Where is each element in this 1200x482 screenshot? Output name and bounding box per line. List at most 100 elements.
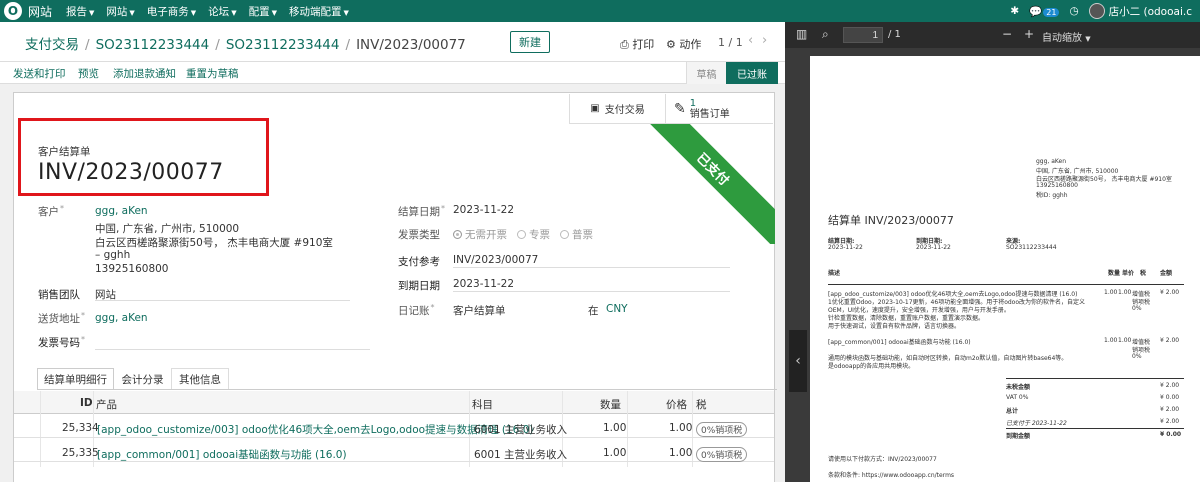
menu-label: 论坛 [208, 5, 230, 18]
customer-field[interactable]: ggg, aKen [95, 205, 148, 217]
menu-mobile-config[interactable]: 移动端配置 ▼ [289, 4, 349, 19]
top-navbar: O 网站 报告 ▼ 网站 ▼ 电子商务 ▼ 论坛 ▼ 配置 ▼ 移动端配置 ▼ ✱ 💬 21 … [0, 0, 1200, 22]
message-count-badge: 21 [1043, 7, 1060, 17]
col-id[interactable]: ID [80, 397, 93, 409]
radio-option[interactable]: 无需开票 [453, 227, 507, 242]
breadcrumb-item[interactable]: SO23112233444 [226, 37, 340, 53]
pdf-rule [1006, 428, 1184, 429]
currency-field[interactable]: CNY [606, 303, 628, 315]
invoice-type-radio[interactable]: 无需开票 专票 普票 [453, 227, 593, 242]
reset-draft-button[interactable]: 重置为草稿 [186, 66, 239, 81]
payment-ref-field[interactable]: INV/2023/00077 [453, 254, 730, 268]
tab-other-info[interactable]: 其他信息 [171, 368, 229, 390]
col-price[interactable]: 价格 [666, 397, 687, 412]
paid-ribbon: 已支付 [622, 124, 775, 244]
invoice-date-field[interactable]: 2023-11-22 [453, 204, 514, 216]
line-product[interactable]: [app_common/001] odooai基础函数与功能 (16.0) [97, 447, 347, 462]
col-tax[interactable]: 税 [696, 397, 707, 412]
menu-config[interactable]: 配置 ▼ [249, 4, 277, 19]
sidebar-toggle-icon[interactable]: ▥ [796, 27, 807, 41]
breadcrumb-item[interactable]: SO23112233444 [96, 37, 210, 53]
messages-button[interactable]: 💬 21 [1029, 5, 1060, 18]
tax-tag[interactable]: 0%销项税 [696, 447, 748, 462]
action-button[interactable]: ⚙ 动作 [666, 36, 701, 52]
print-button[interactable]: ⎙ 打印 [620, 36, 654, 52]
shipping-field[interactable]: ggg, aKen [95, 312, 148, 324]
pdf-th: 单价 [1122, 270, 1135, 277]
pdf-th: 描述 [828, 270, 841, 277]
chevron-left-icon[interactable]: ‹ [789, 330, 807, 392]
menu-reports[interactable]: 报告 ▼ [66, 4, 94, 19]
pdf-page-total: / 1 [888, 29, 901, 40]
line-account[interactable]: 6001 主营业务收入 [474, 422, 567, 437]
due-date-field[interactable]: 2023-11-22 [453, 278, 730, 292]
doc-type: 客户结算单 [38, 146, 91, 158]
line-qty[interactable]: 1.00 [603, 447, 626, 459]
pdf-total-label: 未税金额 [1006, 384, 1031, 391]
pdf-addr-line: 13925160800 [1036, 182, 1078, 189]
pdf-rule [828, 284, 1184, 285]
pdf-total-value: ¥ 2.00 [1160, 406, 1180, 413]
menu-ecommerce[interactable]: 电子商务 ▼ [147, 4, 196, 19]
menu-website[interactable]: 网站 ▼ [106, 4, 134, 19]
pdf-line-amount: ¥ 2.00 [1160, 337, 1180, 344]
zoom-select[interactable]: 自动缩放 ▼ [1042, 29, 1091, 44]
line-price[interactable]: 1.00 [669, 422, 692, 434]
col-qty[interactable]: 数量 [600, 397, 621, 412]
tab-invoice-lines[interactable]: 结算单明细行 [37, 368, 114, 390]
pdf-terms[interactable]: 条款和条件: https://www.odooapp.cn/terms [828, 470, 954, 479]
pager-value[interactable]: 1 / 1 [718, 36, 743, 49]
tax-tag[interactable]: 0%销项税 [696, 422, 748, 437]
invoice-no-field[interactable] [95, 336, 370, 350]
sales-team-field[interactable]: 网站 [95, 287, 350, 301]
bug-icon[interactable]: ✱ [1010, 5, 1019, 17]
pdf-line-desc: [app_common/001] odooai基础函数与功能 (16.0) [828, 339, 971, 346]
odoo-logo-icon[interactable]: O [4, 2, 22, 20]
pdf-total-label: VAT 0% [1006, 394, 1029, 401]
breadcrumb: 支付交易 / SO23112233444 / SO23112233444 / INV/202… [25, 33, 466, 53]
app-name[interactable]: 网站 [28, 3, 52, 20]
journal-label: 日记账 [398, 303, 435, 318]
ribbon-clip: 已支付 [569, 124, 775, 244]
pdf-line-tax: 0% [1132, 305, 1142, 312]
caret-down-icon: ▼ [1085, 35, 1091, 43]
pdf-line-desc: 是odooapp的各应用共用模块。 [828, 363, 915, 370]
preview-button[interactable]: 预览 [78, 66, 99, 81]
status-posted[interactable]: 已过账 [726, 62, 778, 84]
sale-order-smart-button[interactable]: ✎ 1 销售订单 [665, 94, 773, 124]
status-draft[interactable]: 草稿 [686, 62, 726, 84]
user-menu[interactable]: 店小二 (odooai.c [1088, 3, 1192, 19]
pdf-meta-value: 2023-11-22 [916, 244, 951, 251]
zoom-in-icon[interactable]: + [1024, 27, 1034, 41]
line-qty[interactable]: 1.00 [603, 422, 626, 434]
pdf-rule [1006, 378, 1184, 379]
clock-icon[interactable]: ◷ [1069, 5, 1078, 17]
zoom-out-icon[interactable]: − [1002, 27, 1012, 41]
tab-journal-items[interactable]: 会计分录 [114, 368, 171, 390]
menu-forum[interactable]: 论坛 ▼ [208, 4, 236, 19]
radio-icon [560, 230, 569, 239]
pdf-page-input[interactable] [843, 27, 883, 43]
breadcrumb-separator: / [345, 37, 351, 53]
pdf-line-qty: 1.00 [1104, 337, 1118, 344]
breadcrumb-item[interactable]: 支付交易 [25, 37, 79, 53]
payment-smart-button[interactable]: ▣ 支付交易 [569, 94, 665, 124]
shipping-label: 送货地址 [38, 311, 85, 326]
search-icon[interactable]: ⌕ [822, 27, 829, 42]
pdf-th: 税 [1140, 270, 1147, 277]
smart-label: 支付交易 [604, 105, 645, 116]
chevron-left-icon[interactable]: ‹ [748, 33, 753, 48]
send-print-button[interactable]: 发送和打印 [13, 66, 66, 81]
line-product[interactable]: [app_odoo_customize/003] odoo优化46项大全,oem… [97, 422, 533, 437]
line-price[interactable]: 1.00 [669, 447, 692, 459]
chevron-right-icon[interactable]: › [762, 33, 767, 48]
col-account[interactable]: 科目 [472, 397, 493, 412]
money-icon: ▣ [590, 103, 600, 114]
radio-option[interactable]: 普票 [560, 227, 593, 242]
new-button[interactable]: 新建 [510, 31, 550, 53]
add-refund-button[interactable]: 添加退款通知 [113, 66, 176, 81]
col-product[interactable]: 产品 [96, 397, 117, 412]
line-account[interactable]: 6001 主营业务收入 [474, 447, 567, 462]
journal-field[interactable]: 客户结算单 [453, 303, 506, 318]
radio-option[interactable]: 专票 [517, 227, 550, 242]
